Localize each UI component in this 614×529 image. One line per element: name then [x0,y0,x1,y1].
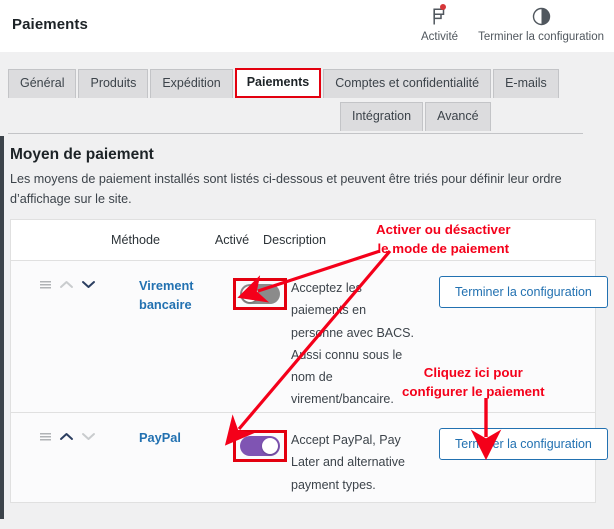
table-row: Virement bancaire Acceptez les paiements… [11,261,608,413]
move-up-icon[interactable] [59,279,74,290]
tab-integration[interactable]: Intégration [340,102,424,131]
page-title: Paiements [12,16,88,33]
column-header-method: Méthode [111,233,161,247]
payment-method-action-paypal: Terminer la configuration [415,427,608,460]
settings-tabs-row-secondary: Intégration Avancé [340,102,493,131]
top-header-bar: Paiements Activité Terminer la configura… [0,0,614,52]
tab-advanced[interactable]: Avancé [425,102,491,131]
tabs-divider [8,133,583,134]
section-heading: Moyen de paiement [10,146,154,163]
flag-icon [431,4,448,28]
table-row: PayPal Accept PayPal, Pay Later and alte… [11,413,608,502]
enable-toggle-paypal[interactable] [240,436,280,456]
tab-products[interactable]: Produits [78,69,149,98]
move-up-icon[interactable] [59,431,74,442]
column-header-description: Description [263,233,326,247]
payment-method-name-paypal[interactable]: PayPal [139,427,229,448]
row-sort-controls-paypal [11,427,139,442]
finish-setup-button-paypal[interactable]: Terminer la configuration [439,428,608,460]
tab-payments[interactable]: Paiements [234,68,322,98]
payment-method-description-bacs: Acceptez les paiements en personne avec … [291,281,414,407]
payment-method-action-bacs: Terminer la configuration [415,275,608,308]
finish-setup-button-bacs[interactable]: Terminer la configuration [439,276,608,308]
highlight-box-paypal-toggle [233,430,287,462]
drag-handle-icon[interactable] [39,279,52,290]
payment-methods-table-header: Méthode Activé Description [11,220,595,261]
settings-tabs-row-primary: Général Produits Expédition Paiements Co… [8,68,561,98]
settings-tabs: Général Produits Expédition Paiements Co… [0,52,614,136]
header-finish-setup-button[interactable]: Terminer la configuration [468,4,614,43]
enable-toggle-cell-paypal [229,427,291,462]
row-sort-controls-bacs [11,275,139,290]
page-bottom-gutter [0,519,614,529]
highlight-box-bacs-toggle [233,278,287,310]
payment-method-name-bacs[interactable]: Virement bancaire [139,275,229,314]
payment-method-description-paypal: Accept PayPal, Pay Later and alternative… [291,433,405,492]
column-header-enabled: Activé [214,233,250,247]
activity-badge-dot [440,4,447,10]
enable-toggle-bacs[interactable] [240,284,280,304]
move-down-icon[interactable] [81,431,96,442]
tab-shipping[interactable]: Expédition [150,69,233,98]
toggle-knob [262,438,278,454]
header-activity-button[interactable]: Activité [411,4,468,43]
enable-toggle-cell-bacs [229,275,291,310]
move-down-icon[interactable] [81,279,96,290]
section-description: Les moyens de paiement installés sont li… [10,172,562,206]
header-activity-label: Activité [421,31,459,43]
header-finish-setup-label: Terminer la configuration [478,31,604,43]
tab-accounts-privacy[interactable]: Comptes et confidentialité [323,69,492,98]
drag-handle-icon[interactable] [39,431,52,442]
header-actions: Activité Terminer la configuration [411,4,614,43]
tab-emails[interactable]: E-mails [493,69,559,98]
toggle-knob [242,286,258,302]
tab-general[interactable]: Général [8,69,77,98]
progress-circle-icon [532,4,551,28]
payment-methods-card: Méthode Activé Description Virement banc… [10,219,608,503]
